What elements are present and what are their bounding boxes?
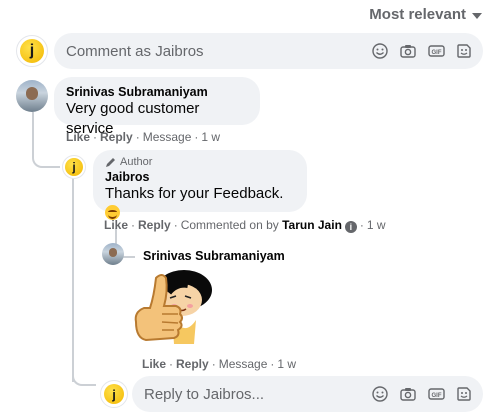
commenter-name[interactable]: Tarun Jain — [282, 218, 342, 232]
message-label: Message — [142, 130, 192, 144]
current-user-avatar[interactable]: j — [100, 380, 128, 408]
caret-down-icon — [472, 12, 482, 19]
gif-icon[interactable]: GIF — [427, 42, 445, 60]
comment-input-bar: GIF — [54, 33, 483, 69]
reply-actions: Like · Reply · Commented on by Tarun Jain i · 1… — [104, 218, 386, 233]
reply-text: Thanks for your Feedback. — [105, 185, 284, 202]
thread-connector — [32, 112, 60, 168]
srinivas-avatar[interactable] — [16, 80, 48, 112]
sticker-icon[interactable] — [455, 385, 473, 403]
like-button[interactable]: Like — [104, 218, 128, 232]
sticker-icon[interactable] — [455, 42, 473, 60]
timestamp[interactable]: 1 w — [201, 130, 220, 144]
author-badge-label: Author — [120, 156, 153, 168]
svg-text:GIF: GIF — [431, 393, 441, 399]
comment-input[interactable] — [66, 42, 371, 60]
reply-input-bar: GIF — [132, 376, 483, 412]
camera-icon[interactable] — [399, 385, 417, 403]
info-icon[interactable]: i — [344, 221, 357, 233]
sort-dropdown[interactable]: Most relevant — [369, 6, 482, 23]
timestamp[interactable]: 1 w — [367, 218, 386, 232]
commented-on-by-label: Commented on by — [180, 218, 279, 232]
current-user-avatar[interactable]: j — [16, 35, 48, 67]
smiley-icon[interactable] — [371, 385, 389, 403]
gif-icon[interactable]: GIF — [427, 385, 445, 403]
reply-button[interactable]: Reply — [176, 357, 209, 371]
jaibros-logo: j — [104, 384, 124, 404]
thumbs-up-sticker — [132, 268, 214, 352]
thread-line — [72, 176, 74, 382]
author-badge: Author — [105, 156, 295, 168]
jaibros-logo: j — [65, 158, 83, 176]
sort-label: Most relevant — [369, 6, 466, 23]
jaibros-avatar[interactable]: j — [62, 155, 86, 179]
sticker-reply-actions: Like · Reply · Message · 1 w — [142, 357, 297, 371]
timestamp[interactable]: 1 w — [277, 357, 296, 371]
smiley-icon[interactable] — [371, 42, 389, 60]
reply-bubble: Author Jaibros Thanks for your Feedback. — [93, 150, 307, 220]
camera-icon[interactable] — [399, 42, 417, 60]
like-button[interactable]: Like — [66, 130, 90, 144]
reply-button[interactable]: Reply — [138, 218, 171, 232]
srinivas-avatar[interactable] — [102, 243, 124, 265]
pencil-icon — [106, 157, 115, 167]
svg-text:GIF: GIF — [431, 50, 441, 56]
reply-author[interactable]: Jaibros — [105, 170, 295, 184]
like-button[interactable]: Like — [142, 357, 166, 371]
reply-input[interactable] — [144, 385, 371, 403]
comment-bubble: Srinivas Subramaniyam Very good customer… — [54, 77, 260, 137]
thread-connector — [72, 360, 96, 386]
sticker-reply-author[interactable]: Srinivas Subramaniyam — [143, 249, 285, 263]
jaibros-logo: j — [20, 39, 44, 63]
comment-actions: Like · Reply · Message · 1 w — [66, 130, 221, 144]
comment-author[interactable]: Srinivas Subramaniyam — [66, 85, 248, 99]
message-label: Message — [218, 357, 268, 371]
reply-button[interactable]: Reply — [100, 130, 133, 144]
